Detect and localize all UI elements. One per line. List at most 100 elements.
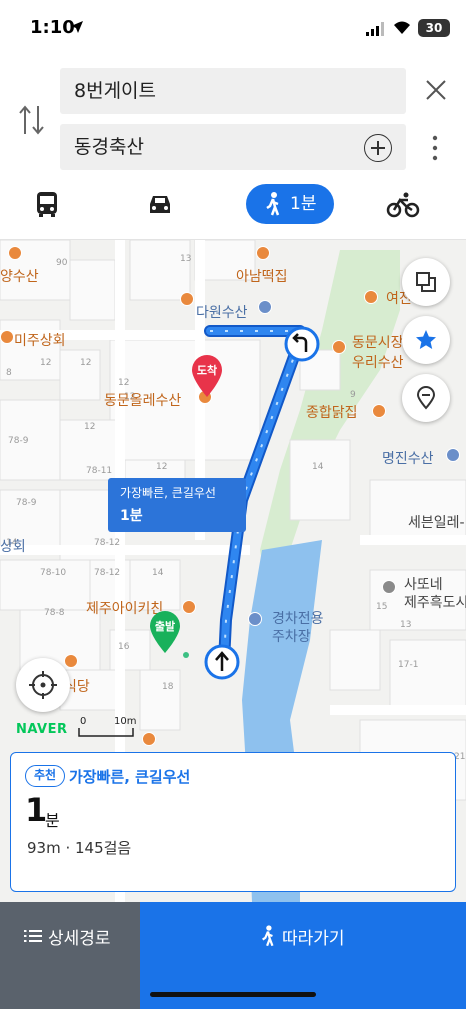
plus-icon xyxy=(370,140,385,155)
poi-urisusan[interactable]: 우리수산 xyxy=(352,352,404,372)
follow-route-label: 따라가기 xyxy=(282,929,345,949)
walk-icon xyxy=(266,192,280,216)
transport-mode-tabs: 1분 xyxy=(0,182,466,228)
star-icon xyxy=(416,330,436,349)
route-tooltip[interactable]: 가장빠른, 큰길우선 1분 xyxy=(108,478,246,532)
route-time-value: 1 xyxy=(25,791,48,829)
layers-button[interactable] xyxy=(402,258,450,306)
poi-parking-2[interactable]: 주차장 xyxy=(272,626,311,646)
tab-car-icon[interactable] xyxy=(146,184,174,224)
restaurant-icon xyxy=(180,292,194,306)
poi-mijusanghoe[interactable]: 미주상회 xyxy=(14,330,66,350)
lot-number: 17-1 xyxy=(398,660,419,670)
restaurant-icon xyxy=(256,246,270,260)
route-tooltip-time: 1분 xyxy=(120,508,143,524)
poi-jejuheukdo[interactable]: 제주흑도시 xyxy=(404,592,466,612)
poi-dawonsusan[interactable]: 다원수산 xyxy=(196,302,248,322)
list-icon xyxy=(24,930,42,942)
scale-zero: 0 xyxy=(80,716,87,727)
naver-logo: NAVER xyxy=(16,722,68,737)
close-icon[interactable] xyxy=(424,78,448,102)
detail-route-label: 상세경로 xyxy=(48,929,111,949)
restaurant-icon xyxy=(182,600,196,614)
heading-arrow-icon xyxy=(204,644,240,680)
lot-number: 12 xyxy=(80,358,92,368)
restaurant-icon xyxy=(64,654,78,668)
turn-left-icon xyxy=(284,326,320,362)
lot-number: 9 xyxy=(350,390,356,400)
poi-myeongjin[interactable]: 명진수산 xyxy=(382,448,434,468)
wifi-icon xyxy=(394,21,410,34)
restaurant-icon xyxy=(0,330,14,344)
lot-number: 12 xyxy=(84,422,96,432)
add-waypoint-button[interactable] xyxy=(364,134,392,162)
tab-walk[interactable]: 1분 xyxy=(246,184,334,224)
route-distance-steps: 93m · 145걸음 xyxy=(27,839,132,857)
destination-marker[interactable]: 도착 xyxy=(190,354,224,398)
lot-number: 16 xyxy=(118,642,130,652)
lot-number: 78-12 xyxy=(94,568,121,578)
lot-number: 78-9 xyxy=(8,436,29,446)
route-header: 8번게이트 동경축산 1분 xyxy=(0,58,466,240)
recommended-badge: 추천 xyxy=(25,765,66,787)
route-name: 가장빠른, 큰길우선 xyxy=(69,768,191,786)
poi-seven-eleven[interactable]: 세븐일레- xyxy=(408,512,465,532)
favorite-button[interactable] xyxy=(402,316,450,364)
tab-bike-icon[interactable] xyxy=(386,184,420,224)
route-tooltip-name: 가장빠른, 큰길우선 xyxy=(120,486,216,500)
landmark-icon xyxy=(382,580,396,594)
lot-number: 78-10 xyxy=(40,568,67,578)
lot-number: 18 xyxy=(162,682,174,692)
swap-icon[interactable] xyxy=(16,102,48,138)
restaurant-icon xyxy=(372,404,386,418)
lot-number: 78-11 xyxy=(86,466,113,476)
restaurant-icon xyxy=(332,340,346,354)
status-time: 1:10 xyxy=(30,17,75,38)
poi-anamtteok[interactable]: 아남떡집 xyxy=(236,266,288,286)
scale-distance: 10m xyxy=(114,716,137,727)
status-bar: 1:10 30 xyxy=(0,0,466,58)
destination-field[interactable]: 동경축산 xyxy=(60,124,406,170)
shop-icon xyxy=(258,300,272,314)
detail-route-button[interactable]: 상세경로 xyxy=(0,902,140,1009)
lot-number: 78-8 xyxy=(44,608,65,618)
poi-parking[interactable]: 경차전용 xyxy=(272,608,324,628)
lot-number: 14 xyxy=(152,568,164,578)
battery-icon: 30 xyxy=(418,19,450,37)
lot-number: 13 xyxy=(400,620,412,630)
walk-icon xyxy=(262,925,274,947)
scale-bar xyxy=(78,728,134,737)
start-marker[interactable]: 출발 xyxy=(148,610,182,654)
location-pin-icon xyxy=(416,386,436,410)
poi-dongmunsijang[interactable]: 동문시장 xyxy=(352,332,404,352)
poi-dongmunolle[interactable]: 동문올레수산 xyxy=(104,390,181,410)
poi-jonghapdak[interactable]: 종합닭집 xyxy=(306,402,358,422)
poi-sanghoe[interactable]: 상회 xyxy=(0,536,26,556)
poi-satone[interactable]: 사또네 xyxy=(404,574,443,594)
lot-number: 8 xyxy=(6,368,12,378)
start-tag: 출발 xyxy=(154,620,176,633)
lot-number: 13 xyxy=(180,254,192,264)
route-time-unit: 분 xyxy=(45,811,60,830)
layers-icon xyxy=(416,272,436,292)
crosshair-icon xyxy=(29,671,57,699)
restaurant-icon xyxy=(8,246,22,260)
place-button[interactable] xyxy=(402,374,450,422)
destination-text: 동경축산 xyxy=(74,136,144,158)
tab-bus-icon[interactable] xyxy=(34,184,60,224)
start-field[interactable]: 8번게이트 xyxy=(60,68,406,114)
lot-number: 14 xyxy=(312,462,324,472)
parking-icon xyxy=(248,612,262,626)
walk-time-label: 1분 xyxy=(290,194,317,214)
destination-tag: 도착 xyxy=(196,364,218,377)
lot-number: 12 xyxy=(40,358,52,368)
route-summary-card[interactable]: 추천 가장빠른, 큰길우선 1 분 93m · 145걸음 xyxy=(10,752,456,892)
my-location-button[interactable] xyxy=(16,658,70,712)
poi-yangsusan[interactable]: 양수산 xyxy=(0,266,39,286)
more-options-icon[interactable] xyxy=(430,134,440,162)
restaurant-icon xyxy=(364,290,378,304)
home-indicator xyxy=(150,992,316,997)
lot-number: 15 xyxy=(376,602,388,612)
lot-number: 90 xyxy=(56,258,68,268)
location-arrow-icon xyxy=(71,21,83,33)
